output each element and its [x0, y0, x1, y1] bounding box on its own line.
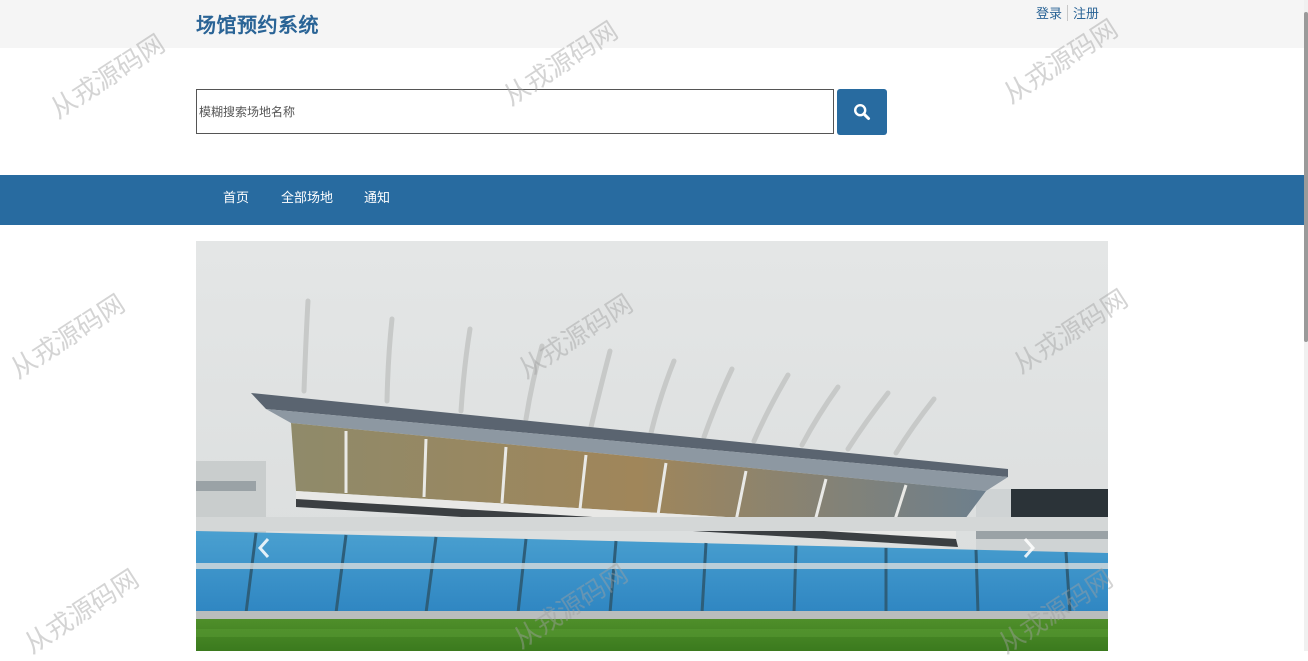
- nav-item-home[interactable]: 首页: [223, 175, 249, 225]
- nav-item-notices[interactable]: 通知: [364, 175, 390, 225]
- auth-divider: [1067, 4, 1069, 21]
- watermark: 从戎源码网: [5, 289, 131, 386]
- main-nav: 首页 全部场地 通知: [0, 175, 1304, 225]
- chevron-left-icon: [257, 538, 270, 558]
- carousel-image: [196, 241, 1108, 651]
- carousel: [196, 241, 1108, 651]
- scrollbar-thumb[interactable]: [1304, 12, 1308, 342]
- register-link[interactable]: 注册: [1073, 3, 1099, 22]
- search-button[interactable]: [837, 89, 887, 135]
- chevron-right-icon: [1023, 538, 1036, 558]
- carousel-next[interactable]: [1015, 530, 1043, 566]
- watermark: 从戎源码网: [19, 564, 145, 661]
- login-link[interactable]: 登录: [1036, 3, 1062, 22]
- page-scrollbar[interactable]: [1304, 0, 1308, 651]
- top-bar: 场馆预约系统 登录 注册: [0, 0, 1304, 48]
- carousel-prev[interactable]: [250, 530, 278, 566]
- search-icon: [853, 103, 870, 120]
- auth-links: 登录 注册: [1036, 3, 1099, 22]
- nav-item-all-venues[interactable]: 全部场地: [281, 175, 333, 225]
- search-input[interactable]: [196, 89, 834, 134]
- site-title: 场馆预约系统: [196, 13, 319, 37]
